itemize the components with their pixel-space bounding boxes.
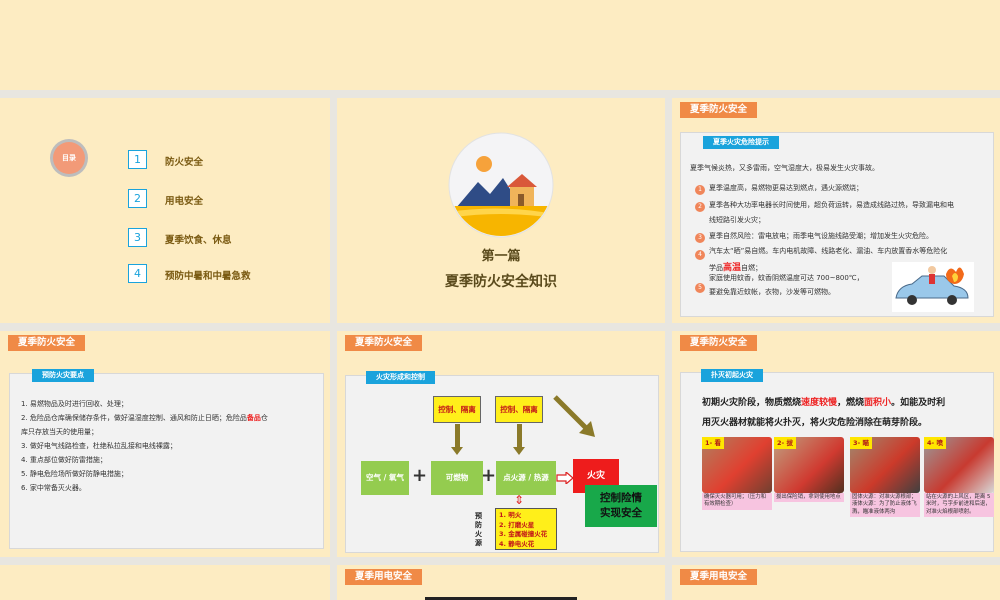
electric-slide-2[interactable]: 夏季用电安全 [672, 565, 1000, 600]
prevent-source-label: 预防火源 [475, 512, 482, 547]
prevent-item-4: 4. 重点部位做好防雷措施； [21, 456, 107, 464]
toc-num-2: 2 [128, 189, 147, 208]
control-result-line-2: 实现安全 [600, 507, 642, 519]
risk-item-3: 夏季自然风险：雷电放电；雨季电气设施线路受潮；增加发生火灾危险。 [709, 232, 933, 240]
risk-item-5b: 要避免靠近蚊帐，衣物，沙发等可燃物。 [709, 288, 835, 296]
fire-formation-slide[interactable]: 夏季防火安全 火灾形成和控制 控制、隔离 控制、隔离 空气 / 氧气 + 可燃物… [337, 331, 665, 557]
prevent-item-3: 3. 做好电气线路检查，杜绝私拉乱接和电线裸露； [21, 442, 177, 450]
double-arrow-icon: ⇕ [513, 493, 525, 507]
prevent-item-2-cont: 库只存放当天的使用量； [21, 428, 98, 436]
prevent-item-2-rest: 仓 [260, 414, 268, 422]
risk-num-2: 2 [695, 202, 705, 212]
toc-item-1: 防火安全 [165, 157, 204, 168]
plus-sign-2: + [481, 465, 497, 486]
lead-highlight-speed: 速度较慢 [801, 398, 838, 408]
formation-header: 夏季防火安全 [345, 335, 423, 351]
fire-risk-slide[interactable]: 夏季防火安全 夏季火灾危险提示 夏季气候炎热，又多雷雨，空气湿度大，极易发生火灾… [672, 98, 1000, 323]
air-oxygen-box: 空气 / 氧气 [361, 461, 409, 495]
extinguish-header: 夏季防火安全 [680, 335, 758, 351]
prevent-item-6: 6. 家中常备灭火器。 [21, 484, 86, 492]
electric-slide-1[interactable]: 夏季用电安全 [337, 565, 665, 600]
risk-item-4b-post: 自燃； [741, 264, 763, 272]
electric-header-1: 夏季用电安全 [345, 569, 423, 585]
source-item-2: 2. 打磨火星 [499, 520, 535, 529]
step-caption-pull: 拔出保险销，拿到使用地点 [774, 493, 844, 503]
step-label-look: 1- 看 [702, 437, 724, 449]
arrow-down-2 [513, 424, 525, 455]
prevent-item-2-highlight: 备品 [246, 414, 261, 422]
step-caption-aim: 固体火源：对准火源根部；液体火源：为了防止液体飞溅，瞄准液体两沟 [850, 493, 920, 518]
step-label-pull: 2- 拔 [774, 437, 796, 449]
prevent-item-1: 1. 易燃物品及时进行回收、处理； [21, 400, 128, 408]
toc-item-3: 夏季饮食、休息 [165, 235, 232, 246]
prevent-item-2-text: 2. 危险品仓库确保储存条件，做好温湿度控制、通风和防止日晒；危险品 [21, 414, 247, 422]
ignition-source-list: 1. 明火 2. 打磨火星 3. 金属碰撞火花 4. 静电火花 [495, 508, 557, 550]
risk-num-5: 5 [695, 283, 705, 293]
bottom-slide-1[interactable] [0, 565, 330, 600]
car-fire-illustration [892, 262, 974, 312]
risk-item-2a: 夏季各种大功率电器长时间使用，超负荷运转，易造成线路过热，导致漏电和电 [709, 201, 954, 209]
prevent-subtab: 预防火灾要点 [32, 369, 94, 382]
risk-item-5a: 家庭使用蚊香，蚊香阴燃温度可达 700~800℃， [709, 274, 864, 282]
risk-item-4b-pre: 学品 [709, 264, 723, 272]
chapter-label: 第一篇 [481, 249, 521, 264]
risk-num-3: 3 [695, 233, 705, 243]
lead-1c: 。如能及时利 [891, 398, 946, 408]
toc-slide[interactable]: 目录 1 防火安全 2 用电安全 3 夏季饮食、休息 4 预防中暑和中暑急救 [0, 98, 330, 323]
source-item-4: 4. 静电火花 [499, 539, 535, 548]
extinguish-lead-1: 初期火灾阶段，物质燃烧速度较慢，燃烧面积小。如能及时利 [702, 395, 945, 408]
risk-item-4a: 汽车太“晒”易自燃。车内电机故障、线路老化、漏油、车内放置香水等危险化 [709, 247, 948, 255]
step-label-spray: 4- 喷 [924, 437, 946, 449]
toc-num-3: 3 [128, 228, 147, 247]
extinguish-slide[interactable]: 夏季防火安全 扑灭初起火灾 初期火灾阶段，物质燃烧速度较慢，燃烧面积小。如能及时… [672, 331, 1000, 557]
formation-subtab: 火灾形成和控制 [366, 371, 435, 384]
plus-sign-1: + [412, 465, 428, 486]
risk-item-2b: 线短路引发火灾； [709, 216, 765, 224]
ignition-source-box: 点火源 / 热源 [496, 461, 556, 495]
lead-1a: 初期火灾阶段，物质燃烧 [702, 398, 802, 408]
lead-highlight-area: 面积小 [864, 398, 892, 408]
electric-header-2: 夏季用电安全 [680, 569, 758, 585]
fire-prevention-slide[interactable]: 夏季防火安全 预防火灾要点 1. 易燃物品及时进行回收、处理； 2. 危险品仓库… [0, 331, 330, 557]
toc-item-2: 用电安全 [165, 196, 204, 207]
arrow-diagonal [553, 395, 595, 437]
cover-title: 夏季防火安全知识 [445, 274, 557, 290]
risk-highlight-gaowen: 高温 [723, 263, 742, 273]
control-isolate-box-2: 控制、隔离 [495, 396, 543, 423]
prevent-panel: 预防火灾要点 1. 易燃物品及时进行回收、处理； 2. 危险品仓库确保储存条件，… [9, 369, 324, 549]
extinguish-lead-2: 用灭火器材就能将火扑灭，将火灾危险消除在萌芽阶段。 [702, 418, 928, 428]
toc-num-1: 1 [128, 150, 147, 169]
step-label-aim: 3- 瞄 [850, 437, 872, 449]
control-isolate-box-1: 控制、隔离 [433, 396, 481, 423]
risk-intro: 夏季气候炎热，又多雷雨，空气湿度大，极易发生火灾事故。 [690, 164, 879, 172]
extinguish-subtab: 扑灭初起火灾 [701, 369, 763, 382]
risk-panel: 夏季火灾危险提示 夏季气候炎热，又多雷雨，空气湿度大，极易发生火灾事故。 1 夏… [680, 132, 994, 317]
risk-num-4: 4 [695, 250, 705, 260]
top-slide-strip [0, 0, 1000, 90]
landscape-illustration [448, 132, 554, 238]
toc-badge-label: 目录 [53, 142, 85, 174]
toc-num-4: 4 [128, 264, 147, 283]
risk-num-1: 1 [695, 185, 705, 195]
control-result-line-1: 控制险情 [600, 492, 642, 504]
arrow-right-outline [556, 472, 574, 484]
prevent-item-5: 5. 静电危险场所做好防静电措施； [21, 470, 128, 478]
step-caption-look: 确保灭火器可用；（压力和有效期检查） [702, 493, 772, 510]
toc-badge: 目录 [50, 139, 88, 177]
fuel-box: 可燃物 [431, 461, 483, 495]
source-item-3: 3. 金属碰撞火花 [499, 530, 548, 538]
cover-slide[interactable]: 第一篇 夏季防火安全知识 [337, 98, 665, 323]
step-caption-spray: 站在火源的上风区，距离 5 米时，弓字步前进和后退，对准火焰根部喷射。 [924, 493, 994, 518]
risk-header: 夏季防火安全 [680, 102, 758, 118]
risk-subtab: 夏季火灾危险提示 [703, 136, 779, 149]
control-result-box: 控制险情 实现安全 [585, 485, 657, 527]
toc-item-4: 预防中暑和中暑急救 [165, 271, 251, 282]
prevent-header: 夏季防火安全 [8, 335, 86, 351]
arrow-down-1 [451, 424, 463, 455]
risk-item-1: 夏季温度高，易燃物更易达到燃点，遇火源燃烧； [709, 184, 863, 192]
lead-1b: ，燃烧 [837, 398, 865, 408]
source-item-1: 1. 明火 [499, 511, 522, 519]
prevent-item-2: 2. 危险品仓库确保储存条件，做好温湿度控制、通风和防止日晒；危险品备品仓 [21, 413, 268, 425]
